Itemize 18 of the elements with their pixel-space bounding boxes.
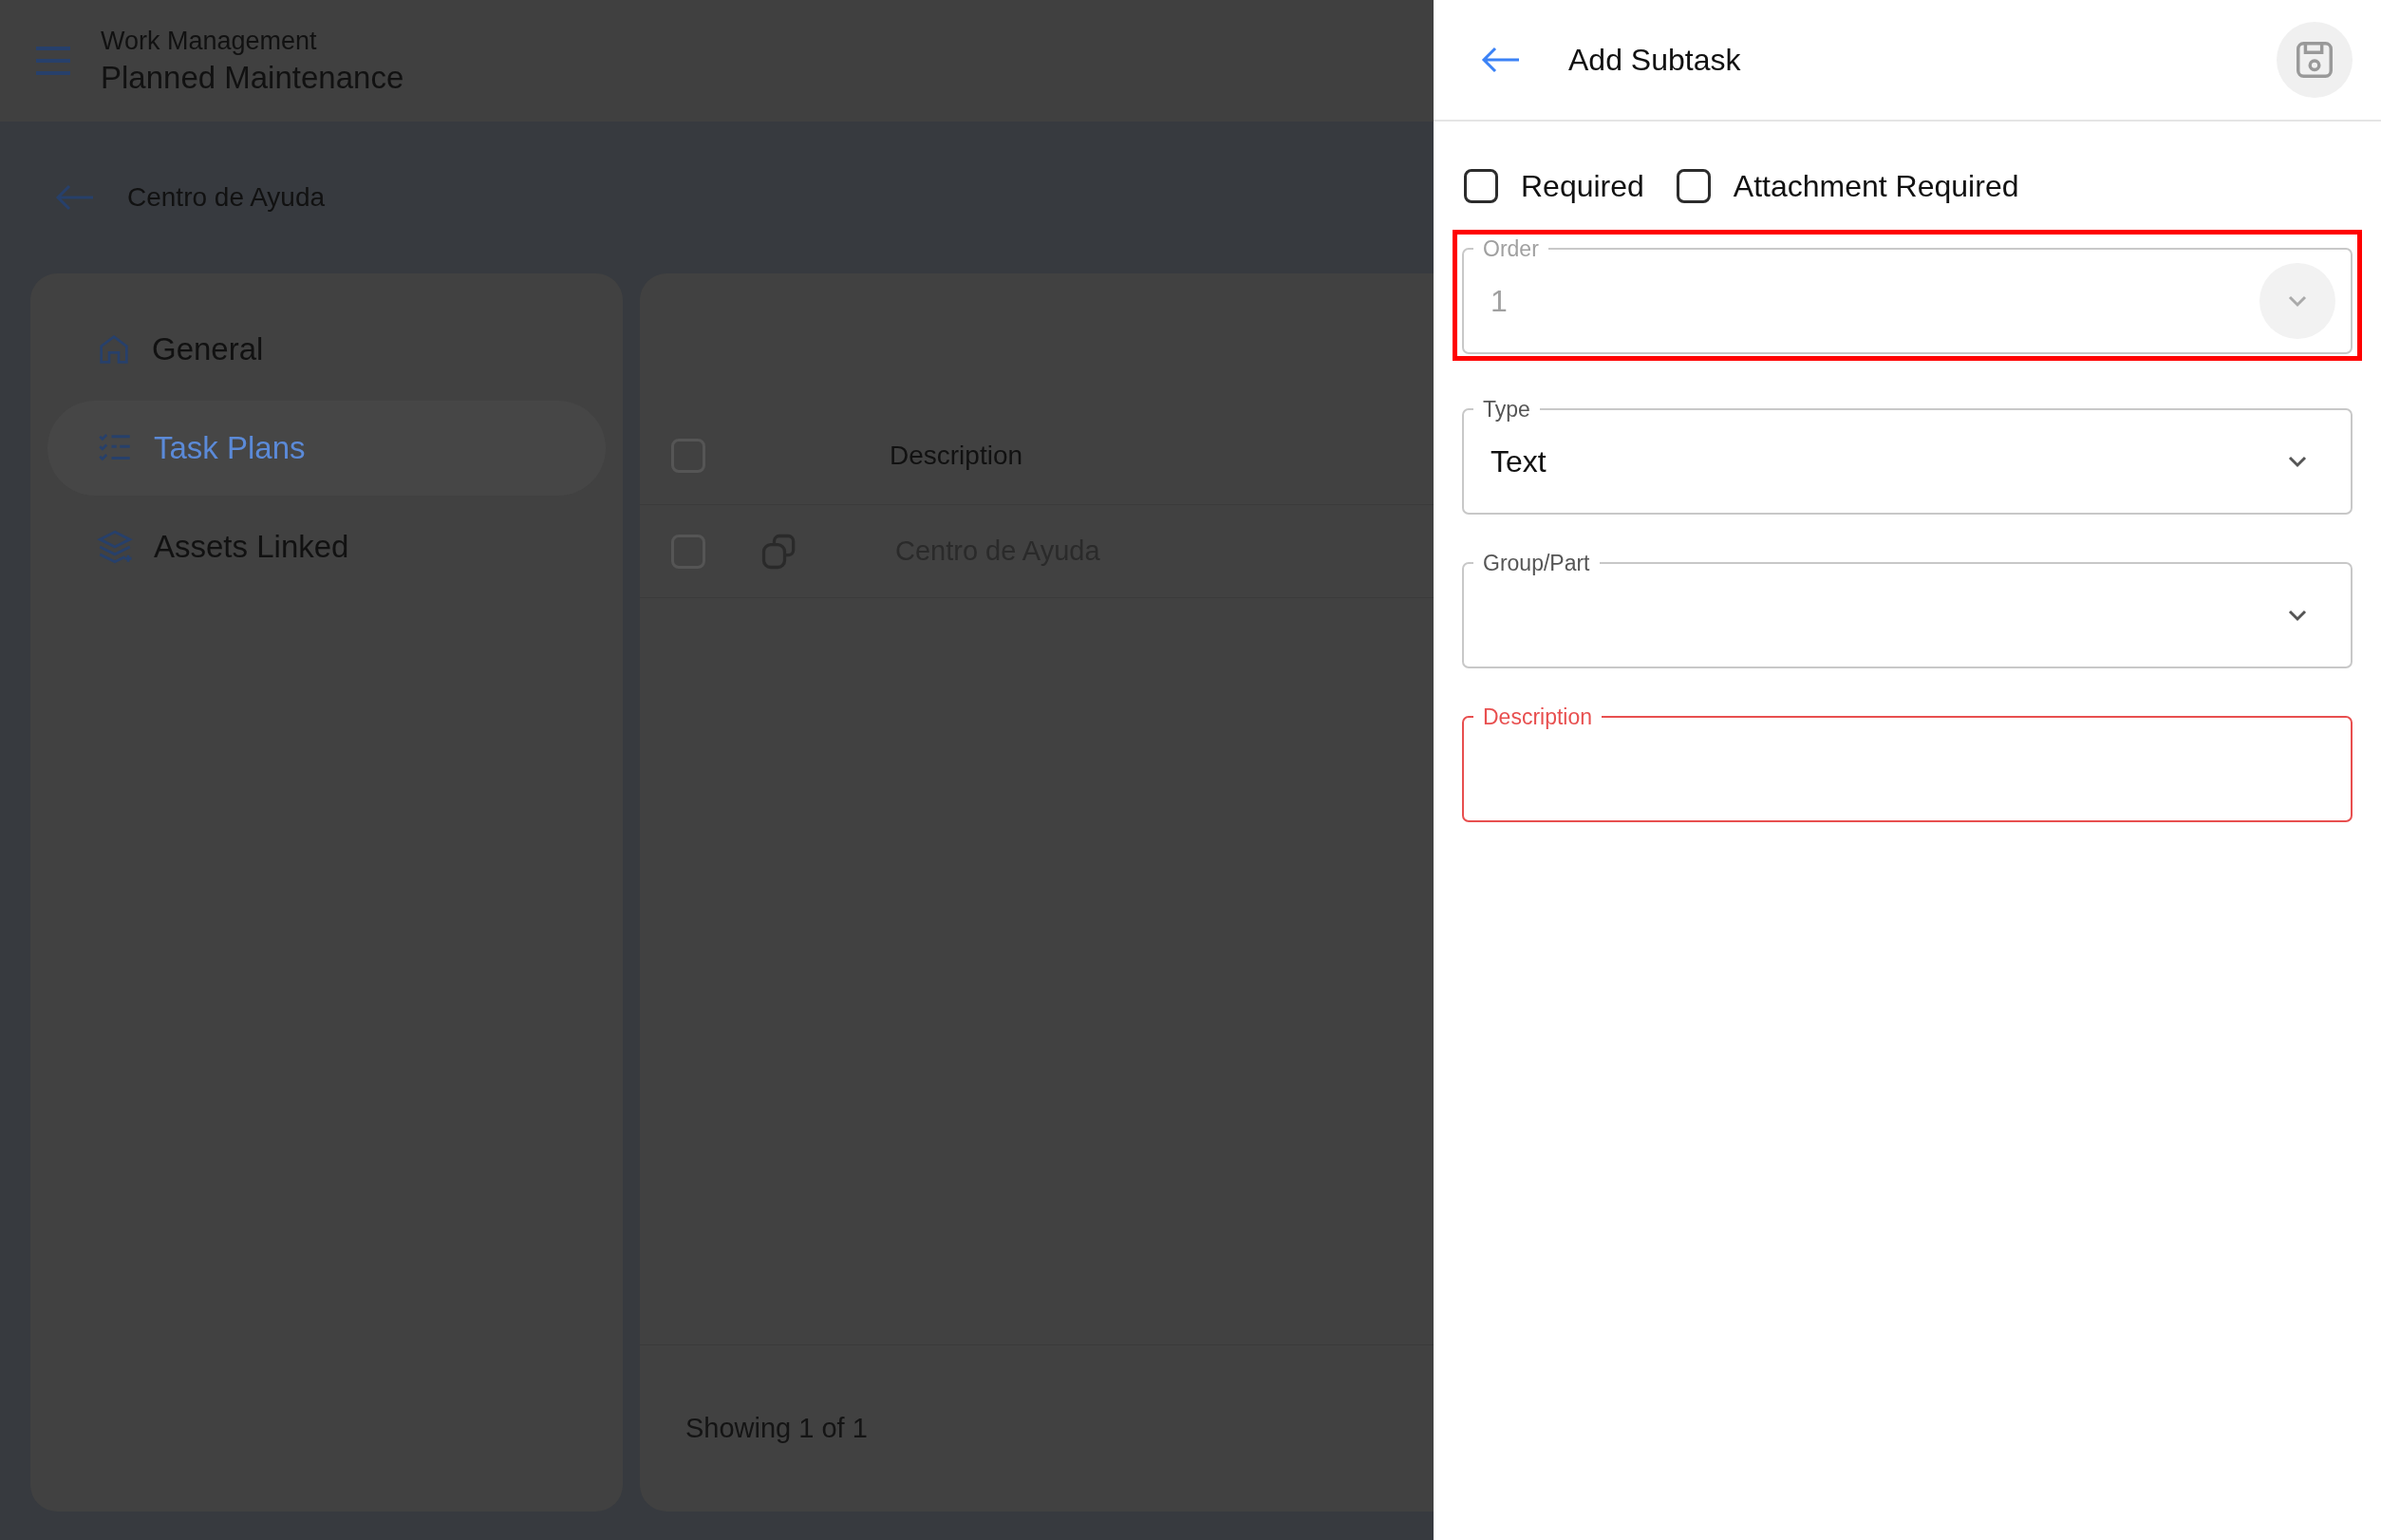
field-label: Order [1482,235,1540,263]
chevron-down-icon [2287,455,2308,468]
field-label: Description [1482,704,1594,731]
checkbox[interactable] [1464,169,1498,203]
chevron-down-icon [2287,294,2308,308]
checkbox-label: Attachment Required [1733,168,2019,204]
checkbox[interactable] [1676,169,1711,203]
chevron-down-icon [2287,609,2308,622]
checkbox-label: Required [1521,168,1644,204]
back-arrow-icon[interactable] [1481,47,1521,73]
sidebar-item[interactable]: Task Plans [47,401,606,496]
panel-title: Add Subtask [1568,42,1742,78]
field-label: Type [1482,396,1531,423]
sidebar-item-label: Task Plans [154,430,306,466]
field-value: 1 [1490,283,1508,318]
field-value: Text [1490,443,1547,479]
menu-icon[interactable] [34,45,72,77]
field-label: Group/Part [1482,550,1591,577]
